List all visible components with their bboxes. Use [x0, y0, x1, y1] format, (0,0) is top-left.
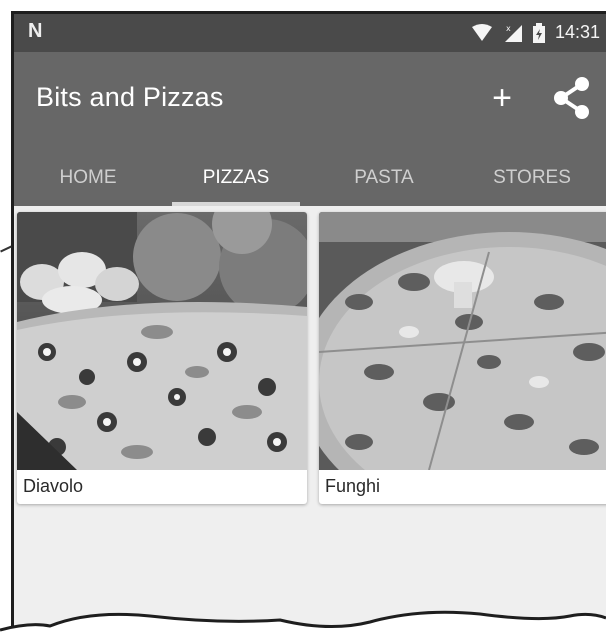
tab-pizzas[interactable]: PIZZAS — [162, 150, 310, 206]
battery-icon — [532, 22, 545, 43]
torn-edge — [0, 610, 606, 642]
share-icon — [554, 77, 589, 119]
svg-text:x: x — [506, 24, 511, 33]
wifi-icon — [471, 23, 492, 41]
diavolo-photo — [17, 212, 307, 470]
app-title: Bits and Pizzas — [36, 82, 224, 112]
pizza-name: Diavolo — [23, 476, 84, 496]
pizza-name: Funghi — [325, 476, 381, 496]
tab-stores[interactable]: STORES — [458, 150, 606, 206]
tab-home[interactable]: HOME — [14, 150, 162, 206]
pizza-card-funghi[interactable]: Funghi — [319, 212, 606, 504]
status-icons: x 14:31 — [471, 22, 600, 43]
plus-icon: + — [492, 79, 512, 117]
signal-icon: x — [504, 24, 522, 42]
share-button[interactable] — [552, 76, 592, 120]
status-time: 14:31 — [554, 22, 600, 42]
phone-screen: N x 14:31 Bits and Pizzas + HOME PIZZAS … — [11, 11, 606, 642]
pizza-grid: Diavolo Funghi — [14, 206, 606, 642]
pizza-card-diavolo[interactable]: Diavolo — [17, 212, 307, 504]
add-button[interactable]: + — [486, 78, 518, 118]
app-bar: Bits and Pizzas + HOME PIZZAS PASTA STOR… — [14, 52, 606, 206]
carrier-logo-icon: N — [28, 20, 43, 42]
tab-bar: HOME PIZZAS PASTA STORES — [14, 150, 606, 206]
funghi-photo — [319, 212, 606, 470]
status-bar: N x 14:31 — [14, 14, 606, 52]
tab-pasta[interactable]: PASTA — [310, 150, 458, 206]
